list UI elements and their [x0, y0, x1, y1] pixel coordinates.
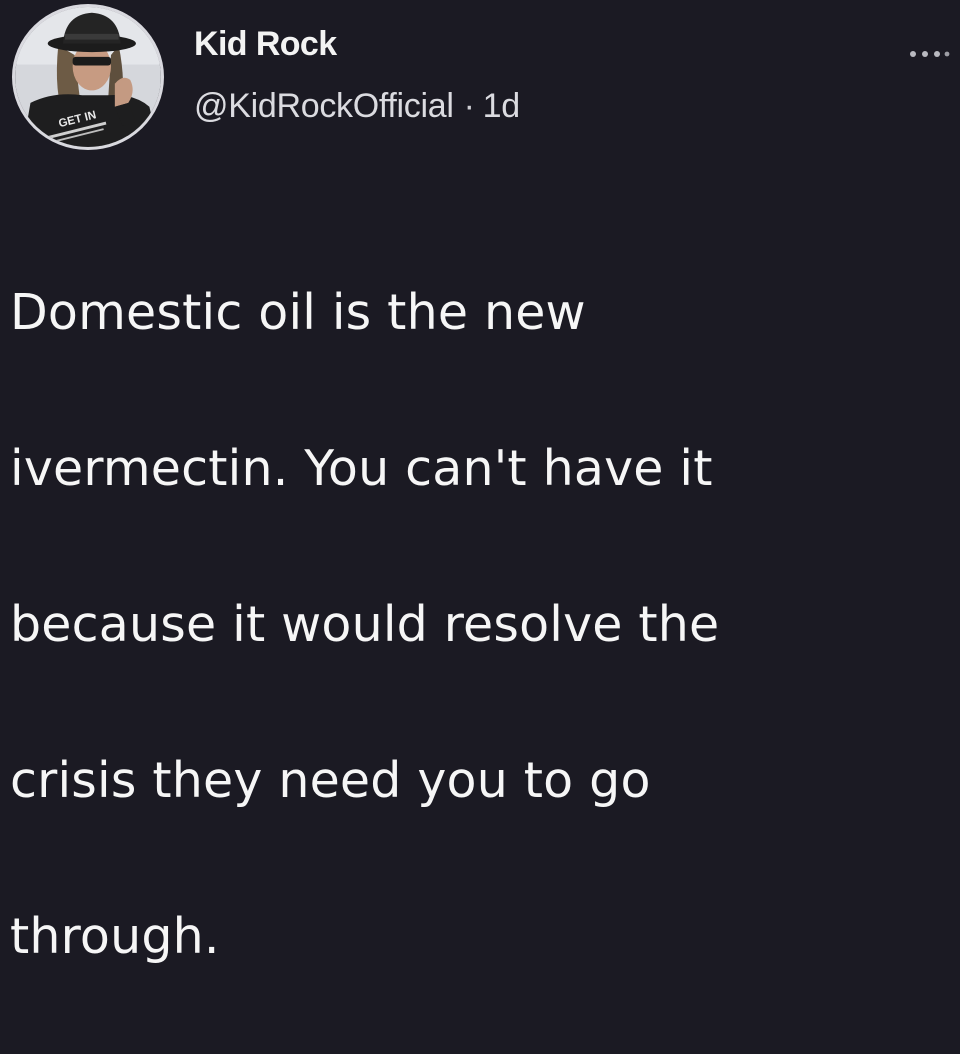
- tweet-text-line: Domestic oil is the new: [10, 284, 586, 341]
- more-options-button[interactable]: [904, 40, 954, 68]
- tweet-text-line: ivermectin. You can't have it: [10, 440, 713, 497]
- tweet-text: Domestic oil is the new ivermectin. You …: [10, 196, 930, 1054]
- tweet-timestamp[interactable]: 1d: [483, 87, 521, 125]
- avatar[interactable]: GET IN: [12, 4, 164, 150]
- more-horizontal-icon: [910, 51, 950, 57]
- author-handle[interactable]: @KidRockOfficial: [194, 87, 454, 125]
- meta-separator: ·: [463, 87, 475, 125]
- author-display-name[interactable]: Kid Rock: [194, 22, 960, 66]
- tweet-text-line: crisis they need you to go: [10, 752, 651, 809]
- avatar-image: GET IN: [15, 7, 161, 147]
- tweet-text-line: through.: [10, 908, 220, 965]
- tweet-card: GET IN Kid Rock @KidRockOfficial · 1d Dome…: [0, 0, 960, 965]
- tweet-text-line: because it would resolve the: [10, 596, 720, 653]
- tweet-header: Kid Rock @KidRockOfficial · 1d: [194, 22, 960, 126]
- author-meta: @KidRockOfficial · 1d: [194, 86, 960, 126]
